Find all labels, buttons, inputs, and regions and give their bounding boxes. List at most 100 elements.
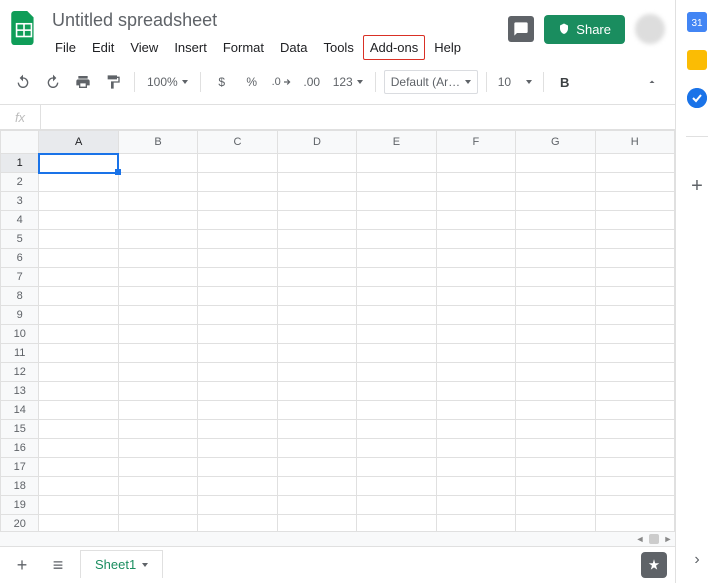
cell[interactable] <box>118 382 197 401</box>
cell[interactable] <box>595 401 675 420</box>
cell[interactable] <box>436 496 515 515</box>
cell[interactable] <box>436 382 515 401</box>
cell[interactable] <box>357 192 436 211</box>
formula-input[interactable] <box>41 105 675 129</box>
cell[interactable] <box>595 363 675 382</box>
cell[interactable] <box>118 154 197 173</box>
keep-icon[interactable] <box>687 50 707 70</box>
cell[interactable] <box>198 363 277 382</box>
cell[interactable] <box>436 420 515 439</box>
cell[interactable] <box>516 230 595 249</box>
cell[interactable] <box>595 325 675 344</box>
cell[interactable] <box>357 325 436 344</box>
cell[interactable] <box>277 382 356 401</box>
cell[interactable] <box>39 496 118 515</box>
cell[interactable] <box>436 154 515 173</box>
menu-insert[interactable]: Insert <box>167 35 214 60</box>
cell[interactable] <box>436 363 515 382</box>
column-header[interactable]: E <box>357 131 436 154</box>
cell[interactable] <box>198 325 277 344</box>
collapse-toolbar-button[interactable] <box>639 69 665 95</box>
cell[interactable] <box>436 211 515 230</box>
cell[interactable] <box>516 344 595 363</box>
cell[interactable] <box>436 268 515 287</box>
menu-addons[interactable]: Add-ons <box>363 35 425 60</box>
cell[interactable] <box>357 154 436 173</box>
increase-decimal-button[interactable]: .00 <box>299 69 325 95</box>
cell[interactable] <box>357 420 436 439</box>
cell[interactable] <box>436 344 515 363</box>
cell[interactable] <box>357 439 436 458</box>
cell[interactable] <box>118 420 197 439</box>
cell[interactable] <box>595 306 675 325</box>
cell[interactable] <box>198 249 277 268</box>
cell[interactable] <box>516 154 595 173</box>
cell[interactable] <box>595 192 675 211</box>
row-header[interactable]: 12 <box>1 363 39 382</box>
cell[interactable] <box>595 515 675 532</box>
cell[interactable] <box>357 344 436 363</box>
row-header[interactable]: 17 <box>1 458 39 477</box>
explore-button[interactable] <box>641 552 667 578</box>
cell[interactable] <box>436 458 515 477</box>
cell[interactable] <box>436 439 515 458</box>
column-header[interactable]: B <box>118 131 197 154</box>
cell[interactable] <box>516 477 595 496</box>
zoom-select[interactable]: 100% <box>143 75 192 89</box>
cell[interactable] <box>198 192 277 211</box>
row-header[interactable]: 6 <box>1 249 39 268</box>
add-sheet-button[interactable]: + <box>8 551 36 579</box>
cell[interactable] <box>595 268 675 287</box>
cell[interactable] <box>595 230 675 249</box>
get-addons-button[interactable]: + <box>691 175 703 198</box>
cell[interactable] <box>357 515 436 532</box>
cell[interactable] <box>39 363 118 382</box>
menu-view[interactable]: View <box>123 35 165 60</box>
redo-button[interactable] <box>40 69 66 95</box>
cell[interactable] <box>277 496 356 515</box>
sheets-logo-icon[interactable] <box>10 10 38 46</box>
all-sheets-button[interactable]: ≡ <box>44 551 72 579</box>
cell[interactable] <box>277 363 356 382</box>
row-header[interactable]: 11 <box>1 344 39 363</box>
cell[interactable] <box>118 477 197 496</box>
cell[interactable] <box>436 477 515 496</box>
cell[interactable] <box>118 439 197 458</box>
cell[interactable] <box>595 211 675 230</box>
cell[interactable] <box>277 515 356 532</box>
paint-format-button[interactable] <box>100 69 126 95</box>
cell[interactable] <box>277 173 356 192</box>
cell[interactable] <box>357 211 436 230</box>
cell[interactable] <box>516 439 595 458</box>
cell[interactable] <box>198 382 277 401</box>
cell[interactable] <box>118 306 197 325</box>
cell[interactable] <box>198 496 277 515</box>
decrease-decimal-button[interactable]: .0 <box>269 69 295 95</box>
cell[interactable] <box>118 496 197 515</box>
cell[interactable] <box>516 211 595 230</box>
cell[interactable] <box>198 287 277 306</box>
cell[interactable] <box>39 401 118 420</box>
cell[interactable] <box>357 268 436 287</box>
row-header[interactable]: 16 <box>1 439 39 458</box>
cell[interactable] <box>39 515 118 532</box>
cell[interactable] <box>277 211 356 230</box>
cell[interactable] <box>516 363 595 382</box>
cell[interactable] <box>595 249 675 268</box>
cell[interactable] <box>516 325 595 344</box>
cell[interactable] <box>277 344 356 363</box>
cell[interactable] <box>198 344 277 363</box>
cell[interactable] <box>118 401 197 420</box>
currency-button[interactable]: $ <box>209 69 235 95</box>
cell[interactable] <box>39 249 118 268</box>
row-header[interactable]: 15 <box>1 420 39 439</box>
cell[interactable] <box>357 363 436 382</box>
cell[interactable] <box>198 306 277 325</box>
cell[interactable] <box>595 458 675 477</box>
cell[interactable] <box>39 458 118 477</box>
row-header[interactable]: 2 <box>1 173 39 192</box>
cell[interactable] <box>277 477 356 496</box>
percent-button[interactable]: % <box>239 69 265 95</box>
cell[interactable] <box>277 154 356 173</box>
cell[interactable] <box>595 420 675 439</box>
